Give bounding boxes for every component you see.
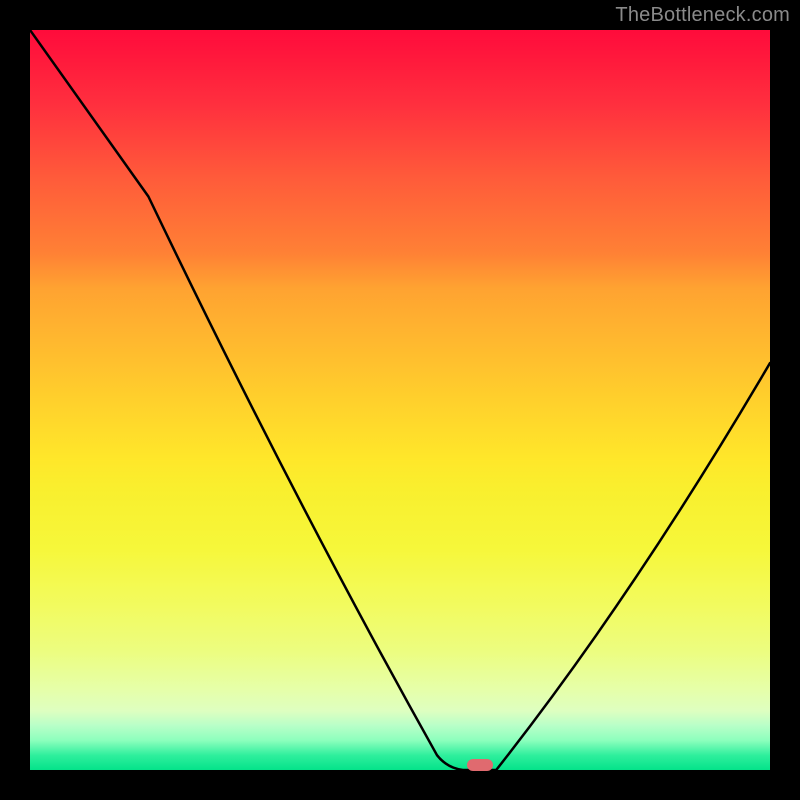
plot-area bbox=[30, 30, 770, 770]
curve-svg bbox=[30, 30, 770, 770]
chart-frame: TheBottleneck.com bbox=[0, 0, 800, 800]
bottleneck-curve-path bbox=[30, 30, 770, 770]
optimal-marker bbox=[467, 759, 493, 771]
watermark-text: TheBottleneck.com bbox=[615, 4, 790, 27]
